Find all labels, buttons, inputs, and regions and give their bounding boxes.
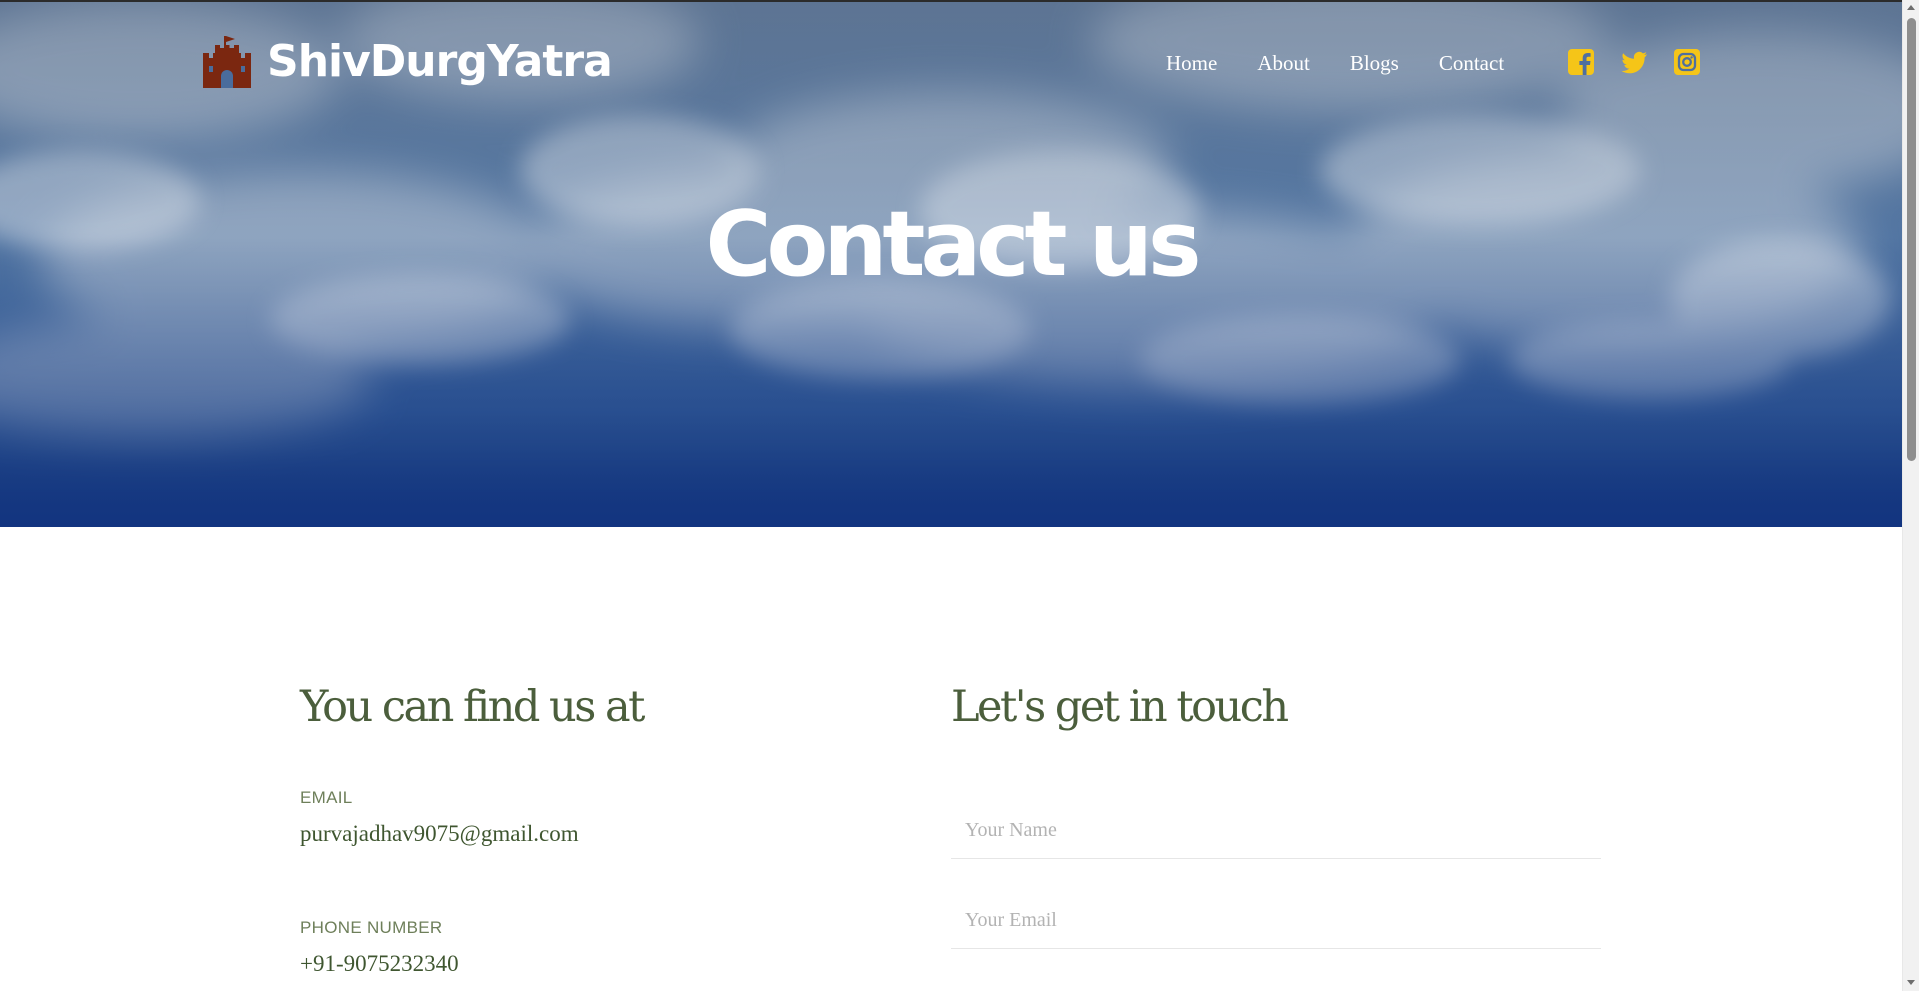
scroll-down-arrow-icon[interactable] bbox=[1907, 980, 1915, 985]
nav-link-about[interactable]: About bbox=[1257, 51, 1310, 76]
social-links bbox=[1567, 48, 1726, 76]
page: ShivDurgYatra Home About Blogs Contact C… bbox=[0, 0, 1902, 991]
email-input[interactable] bbox=[951, 893, 1601, 949]
nav-link-contact[interactable]: Contact bbox=[1439, 51, 1504, 76]
hero-banner: ShivDurgYatra Home About Blogs Contact C… bbox=[0, 0, 1902, 527]
brand-logo-link[interactable]: ShivDurgYatra bbox=[201, 33, 613, 89]
facebook-icon bbox=[1568, 49, 1594, 75]
phone-value[interactable]: +91-9075232340 bbox=[300, 951, 459, 977]
name-input[interactable] bbox=[951, 803, 1601, 859]
email-label: EMAIL bbox=[300, 788, 353, 807]
scrollbar-thumb[interactable] bbox=[1907, 18, 1916, 461]
nav-link-home[interactable]: Home bbox=[1166, 51, 1217, 76]
page-title: Contact us bbox=[705, 192, 1201, 297]
facebook-link[interactable] bbox=[1567, 48, 1595, 76]
navbar: ShivDurgYatra Home About Blogs Contact bbox=[0, 0, 1902, 125]
instagram-link[interactable] bbox=[1673, 48, 1701, 76]
twitter-link[interactable] bbox=[1620, 48, 1648, 76]
nav-link-blogs[interactable]: Blogs bbox=[1350, 51, 1399, 76]
vertical-scrollbar[interactable] bbox=[1902, 0, 1919, 991]
find-us-heading: You can find us at bbox=[300, 682, 645, 732]
contact-section: You can find us at EMAIL purvajadhav9075… bbox=[0, 527, 1902, 991]
brand-name: ShivDurgYatra bbox=[267, 35, 613, 87]
nav-links: Home About Blogs Contact bbox=[1166, 46, 1544, 80]
phone-label: PHONE NUMBER bbox=[300, 918, 443, 937]
castle-icon bbox=[203, 36, 251, 88]
get-in-touch-heading: Let's get in touch bbox=[951, 682, 1289, 732]
twitter-icon bbox=[1621, 51, 1647, 74]
email-value[interactable]: purvajadhav9075@gmail.com bbox=[300, 821, 579, 847]
scroll-up-arrow-icon[interactable] bbox=[1907, 5, 1915, 10]
instagram-icon bbox=[1674, 49, 1700, 75]
